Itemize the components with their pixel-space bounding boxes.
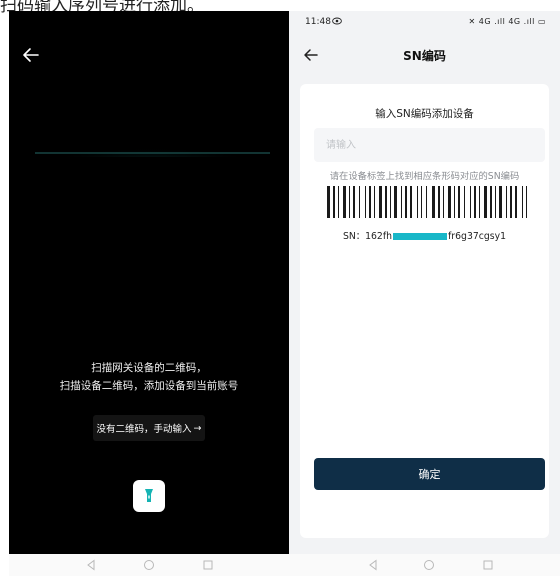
sn-redaction-mask [393, 233, 448, 240]
nav-home-icon[interactable] [143, 559, 155, 571]
scan-instruction-line1: 扫描网关设备的二维码， [91, 362, 207, 374]
flashlight-button[interactable] [133, 480, 165, 512]
screenshot-root: 扫码输入序列号进行添加。 扫描网关设备的二维码， 扫描设备二维码，添加设备到当前… [0, 0, 560, 576]
scan-instruction-line2: 扫描设备二维码，添加设备到当前账号 [59, 380, 239, 392]
nav-back-icon[interactable] [367, 559, 379, 571]
nav-back-icon[interactable] [85, 559, 97, 571]
nav-recents-icon[interactable] [482, 559, 494, 571]
eye-icon [332, 17, 342, 25]
scan-line-glow [35, 127, 270, 157]
status-time: 11:48 [305, 17, 331, 27]
nav-recents-icon[interactable] [202, 559, 214, 571]
flashlight-icon [145, 489, 153, 502]
sn-prefix: SN：162fh [342, 231, 393, 242]
back-arrow-icon[interactable] [22, 46, 40, 64]
arrow-right-icon: → [193, 422, 202, 434]
battery-icon: ▭ [537, 17, 546, 26]
scanner-screen: 扫描网关设备的二维码， 扫描设备二维码，添加设备到当前账号 没有二维码，手动输入… [9, 11, 289, 554]
card-title: 输入SN编码添加设备 [375, 108, 474, 120]
confirm-button[interactable]: 确定 [314, 458, 545, 490]
sn-value: SN：162fh fr6g37cgsy1 [300, 228, 549, 242]
sn-suffix: fr6g37cgsy1 [448, 231, 507, 242]
barcode-image [327, 186, 527, 218]
signal-indicators: ✕ 4G .ıll 4G .ıll ▭ [469, 17, 547, 26]
left-system-nav-bar [9, 554, 289, 576]
manual-input-button[interactable]: 没有二维码，手动输入 → [93, 415, 205, 441]
page-title: SN编码 [403, 49, 446, 63]
sn-card: 输入SN编码添加设备 请在设备标签上找到相应条形码对应的SN编码 SN：162f… [300, 84, 549, 538]
status-bar: 11:48 ✕ 4G .ıll 4G .ıll ▭ [289, 11, 560, 33]
mute-icon: ✕ [468, 17, 476, 26]
manual-input-label: 没有二维码，手动输入 [96, 424, 192, 435]
sn-input-screen: 11:48 ✕ 4G .ıll 4G .ıll ▭ SN编码 输入SN编码添加设… [289, 11, 560, 554]
right-system-nav-bar [289, 554, 560, 576]
sn-input[interactable] [314, 128, 545, 162]
signal-text: 4G .ıll 4G .ıll [478, 17, 535, 26]
sn-hint: 请在设备标签上找到相应条形码对应的SN编码 [329, 171, 520, 182]
nav-home-icon[interactable] [423, 559, 435, 571]
cropped-caption: 扫码输入序列号进行添加。 [0, 0, 204, 16]
